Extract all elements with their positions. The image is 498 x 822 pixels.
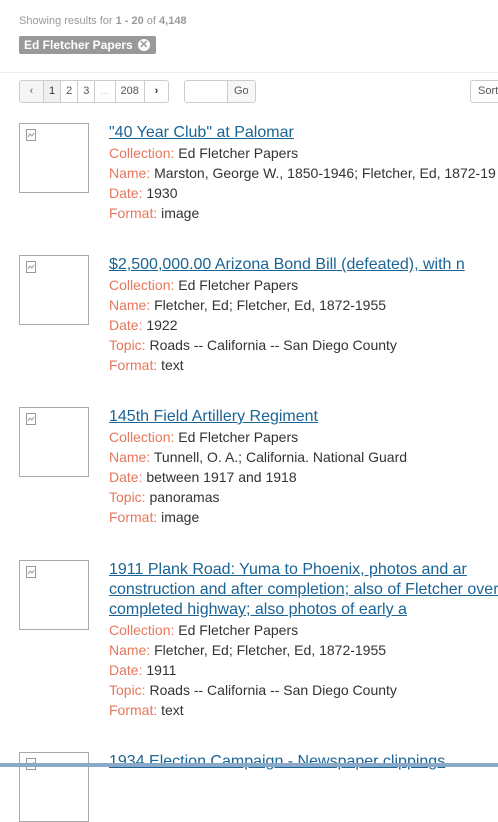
field-value: 1930 <box>146 185 178 201</box>
field-label: Name: <box>109 297 151 313</box>
result-body: 145th Field Artillery Regiment Collection… <box>109 407 498 527</box>
field-label: Topic: <box>109 337 146 353</box>
field-value: text <box>161 702 184 718</box>
result-field: Name: Tunnell, O. A.; California. Nation… <box>109 447 498 467</box>
field-label: Topic: <box>109 682 146 698</box>
result-field: Name: Marston, George W., 1850-1946; Fle… <box>109 163 498 183</box>
result-field: Topic: panoramas <box>109 487 498 507</box>
result-thumbnail[interactable] <box>19 123 89 193</box>
field-label: Name: <box>109 449 151 465</box>
pagination: ‹ 1 2 3 ... 208 › <box>19 80 169 103</box>
field-label: Format: <box>109 509 158 525</box>
page-link[interactable]: 2 <box>60 81 77 102</box>
field-label: Format: <box>109 205 158 221</box>
result-field: Name: Fletcher, Ed; Fletcher, Ed, 1872-1… <box>109 640 498 660</box>
result-field: Date: between 1917 and 1918 <box>109 467 498 487</box>
result-field: Date: 1911 <box>109 660 498 680</box>
result-body: 1911 Plank Road: Yuma to Phoenix, photos… <box>109 560 498 720</box>
broken-image-icon <box>26 261 36 273</box>
sort-button[interactable]: Sort <box>470 80 498 103</box>
field-label: Collection: <box>109 145 175 161</box>
field-label: Collection: <box>109 429 175 445</box>
divider <box>0 72 498 73</box>
result-field: Format: text <box>109 700 498 720</box>
result-field: Collection: Ed Fletcher Papers <box>109 143 498 163</box>
result-field: Name: Fletcher, Ed; Fletcher, Ed, 1872-1… <box>109 295 498 315</box>
result-field: Collection: Ed Fletcher Papers <box>109 427 498 447</box>
chevron-left-icon[interactable]: ‹ <box>20 81 43 102</box>
result-field: Topic: Roads -- California -- San Diego … <box>109 335 498 355</box>
page-link[interactable]: 208 <box>114 81 144 102</box>
result-title-link[interactable]: "40 Year Club" at Palomar <box>109 123 498 143</box>
summary-of: of <box>143 15 160 27</box>
go-button[interactable]: Go <box>228 81 255 102</box>
field-label: Date: <box>109 469 143 485</box>
field-value: Marston, George W., 1850-1946; Fletcher,… <box>154 165 496 181</box>
result-body: "40 Year Club" at Palomar Collection: Ed … <box>109 123 498 223</box>
field-value: panoramas <box>149 489 220 505</box>
active-filter-chip[interactable]: Ed Fletcher Papers ✕ <box>19 36 156 54</box>
field-label: Date: <box>109 662 143 678</box>
field-label: Name: <box>109 165 151 181</box>
results-summary: Showing results for 1 - 20 of 4,148 <box>19 15 187 27</box>
field-value: Roads -- California -- San Diego County <box>149 337 397 353</box>
field-label: Topic: <box>109 489 146 505</box>
result-title-link[interactable]: 1911 Plank Road: Yuma to Phoenix, photos… <box>109 560 498 620</box>
field-value: Roads -- California -- San Diego County <box>149 682 397 698</box>
result-body: $2,500,000.00 Arizona Bond Bill (defeate… <box>109 255 498 375</box>
field-label: Format: <box>109 702 158 718</box>
page-link[interactable]: 1 <box>43 81 61 102</box>
field-value: Tunnell, O. A.; California. National Gua… <box>153 449 408 465</box>
page-jump-input[interactable] <box>185 81 228 102</box>
field-label: Date: <box>109 317 143 333</box>
result-field: Date: 1922 <box>109 315 498 335</box>
broken-image-icon <box>26 566 36 578</box>
broken-image-icon <box>26 413 36 425</box>
result-thumbnail[interactable] <box>19 407 89 477</box>
result-field: Format: text <box>109 355 498 375</box>
result-field: Topic: Roads -- California -- San Diego … <box>109 680 498 700</box>
field-value: Ed Fletcher Papers <box>178 145 299 161</box>
field-value: 1911 <box>146 662 177 678</box>
page-ellipsis: ... <box>94 81 114 102</box>
field-label: Date: <box>109 185 143 201</box>
result-title-link[interactable]: 145th Field Artillery Regiment <box>109 407 498 427</box>
field-value: Fletcher, Ed; Fletcher, Ed, 1872-1955 <box>154 297 387 313</box>
result-field: Format: image <box>109 203 498 223</box>
bottom-bar <box>0 763 498 767</box>
summary-prefix: Showing results for <box>19 15 116 27</box>
field-value: text <box>161 357 184 373</box>
result-field: Collection: Ed Fletcher Papers <box>109 275 498 295</box>
result-thumbnail[interactable] <box>19 255 89 325</box>
field-value: image <box>161 509 200 525</box>
field-label: Name: <box>109 642 151 658</box>
field-label: Collection: <box>109 277 175 293</box>
field-label: Collection: <box>109 622 175 638</box>
field-value: between 1917 and 1918 <box>146 469 297 485</box>
field-value: Ed Fletcher Papers <box>178 622 299 638</box>
chevron-right-icon[interactable]: › <box>143 81 168 102</box>
close-circle-icon[interactable]: ✕ <box>137 39 150 51</box>
result-field: Format: image <box>109 507 498 527</box>
filter-label: Ed Fletcher Papers <box>24 38 133 52</box>
result-body: 1934 Election Campaign - Newspaper clipp… <box>109 752 498 772</box>
result-field: Date: 1930 <box>109 183 498 203</box>
field-label: Format: <box>109 357 158 373</box>
result-field: Collection: Ed Fletcher Papers <box>109 620 498 640</box>
field-value: Ed Fletcher Papers <box>178 277 299 293</box>
field-value: Fletcher, Ed; Fletcher, Ed, 1872-1955 <box>154 642 387 658</box>
page-jump: Go <box>184 80 256 103</box>
field-value: Ed Fletcher Papers <box>178 429 299 445</box>
summary-range: 1 - 20 <box>115 15 144 27</box>
summary-total: 4,148 <box>159 15 187 27</box>
result-thumbnail[interactable] <box>19 560 89 630</box>
field-value: 1922 <box>146 317 178 333</box>
page-link[interactable]: 3 <box>77 81 94 102</box>
broken-image-icon <box>26 129 36 141</box>
result-title-link[interactable]: 1934 Election Campaign - Newspaper clipp… <box>109 752 498 772</box>
field-value: image <box>161 205 200 221</box>
result-title-link[interactable]: $2,500,000.00 Arizona Bond Bill (defeate… <box>109 255 498 275</box>
